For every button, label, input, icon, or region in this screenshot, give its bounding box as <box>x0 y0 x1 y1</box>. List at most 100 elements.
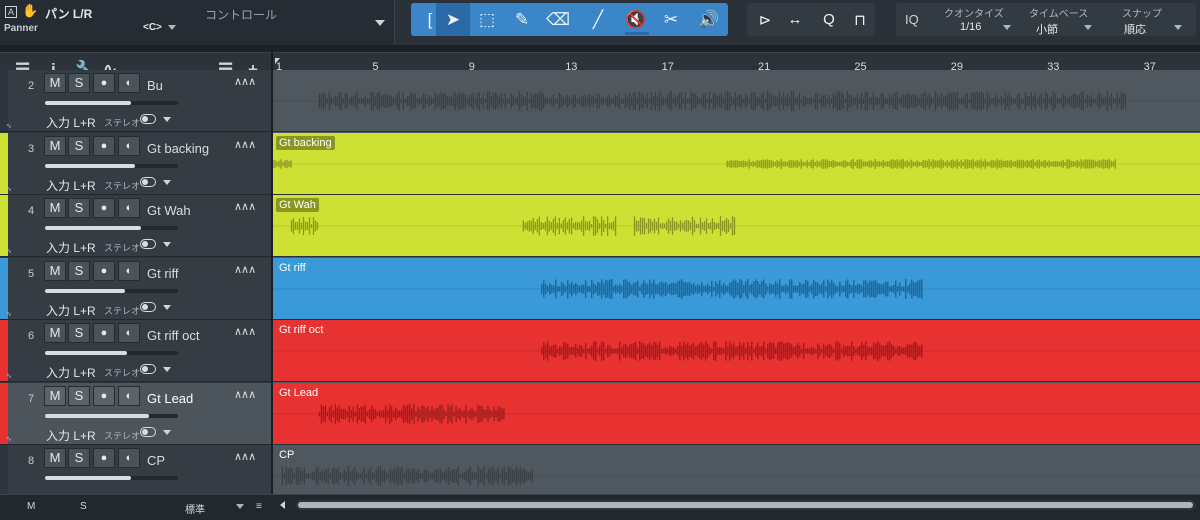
automation-icon[interactable]: ∿ <box>6 185 12 193</box>
solo-button[interactable]: S <box>68 323 90 343</box>
quantize-button[interactable]: Q <box>812 3 846 36</box>
record-button[interactable]: ● <box>93 136 115 156</box>
chevron-down-icon[interactable] <box>1084 25 1092 30</box>
monitor-button[interactable]: ◐ <box>118 136 140 156</box>
song-start-marker[interactable] <box>275 58 280 64</box>
split-tool[interactable]: ✂ <box>654 3 688 36</box>
track-name[interactable]: Gt riff oct <box>147 328 200 343</box>
volume-fader[interactable] <box>45 289 178 293</box>
a-badge[interactable]: A <box>5 6 17 18</box>
monitor-button[interactable]: ◐ <box>118 198 140 218</box>
iq-button[interactable]: IQ <box>905 12 919 27</box>
input-select[interactable]: 入力 L+R <box>46 177 96 194</box>
chevron-down-icon[interactable] <box>375 20 385 26</box>
mute-all-button[interactable]: M <box>27 501 35 512</box>
volume-fader[interactable] <box>45 101 178 105</box>
monitor-button[interactable]: ◐ <box>118 323 140 343</box>
mute-button[interactable]: M <box>44 448 66 468</box>
volume-fader[interactable] <box>45 226 178 230</box>
monitor-toggle[interactable] <box>140 364 156 374</box>
track-name[interactable]: Gt riff <box>147 266 179 281</box>
paint-tool[interactable]: ╱ <box>581 3 615 36</box>
track-lane[interactable]: Gt Wah <box>273 195 1200 257</box>
mute-button[interactable]: M <box>44 198 66 218</box>
track-row[interactable]: 4 M S ● ◐ Gt Wah ∧∧∧ 入力 L+R ステレオ ∿ <box>0 195 271 257</box>
timebase-value[interactable]: 小節 <box>1036 21 1058 37</box>
track-name[interactable]: Gt Wah <box>147 203 191 218</box>
bend-tool[interactable]: ⊳ <box>748 3 782 36</box>
volume-fader[interactable] <box>45 164 178 168</box>
track-lane[interactable] <box>273 70 1200 132</box>
arrow-tool[interactable]: ➤ <box>436 3 470 36</box>
chevron-down-icon[interactable] <box>1174 25 1182 30</box>
record-button[interactable]: ● <box>93 261 115 281</box>
solo-button[interactable]: S <box>68 136 90 156</box>
chevron-down-icon[interactable] <box>163 242 171 247</box>
monitor-toggle[interactable] <box>140 239 156 249</box>
record-button[interactable]: ● <box>93 73 115 93</box>
solo-button[interactable]: S <box>68 198 90 218</box>
mute-button[interactable]: M <box>44 73 66 93</box>
chevron-down-icon[interactable] <box>163 305 171 310</box>
automation-icon[interactable]: ∿ <box>6 247 12 255</box>
scrollbar-thumb[interactable] <box>298 502 1193 508</box>
solo-button[interactable]: S <box>68 261 90 281</box>
clip-label[interactable]: CP <box>276 448 297 462</box>
monitor-toggle[interactable] <box>140 427 156 437</box>
snap-value[interactable]: 順応 <box>1124 21 1146 37</box>
track-name[interactable]: CP <box>147 453 165 468</box>
input-select[interactable]: 入力 L+R <box>46 427 96 444</box>
chevron-down-icon[interactable] <box>163 430 171 435</box>
mute-button[interactable]: M <box>44 386 66 406</box>
clip-label[interactable]: Gt Lead <box>276 386 321 400</box>
track-lane[interactable]: Gt Lead <box>273 383 1200 445</box>
automation-icon[interactable]: ∿ <box>6 122 12 130</box>
record-button[interactable]: ● <box>93 198 115 218</box>
chevron-down-icon[interactable] <box>163 180 171 185</box>
record-button[interactable]: ● <box>93 386 115 406</box>
chevron-down-icon[interactable] <box>163 367 171 372</box>
record-button[interactable]: ● <box>93 448 115 468</box>
eraser-tool[interactable]: ⌫ <box>541 3 575 36</box>
track-row[interactable]: 7 M S ● ◐ Gt Lead ∧∧∧ 入力 L+R ステレオ ∿ <box>0 383 271 445</box>
mute-button[interactable]: M <box>44 261 66 281</box>
pencil-tool[interactable]: ✎ <box>505 3 539 36</box>
input-select[interactable]: 入力 L+R <box>46 364 96 381</box>
mute-button[interactable]: M <box>44 323 66 343</box>
clip-label[interactable]: Gt riff <box>276 261 309 275</box>
menu-icon[interactable]: ≡ <box>256 501 262 512</box>
monitor-button[interactable]: ◐ <box>118 73 140 93</box>
snap-toggle[interactable]: ⊓ <box>843 3 877 36</box>
record-button[interactable]: ● <box>93 323 115 343</box>
solo-button[interactable]: S <box>68 386 90 406</box>
volume-fader[interactable] <box>45 414 178 418</box>
track-name[interactable]: Gt Lead <box>147 391 193 406</box>
automation-icon[interactable]: ∿ <box>6 435 12 443</box>
track-row[interactable]: 5 M S ● ◐ Gt riff ∧∧∧ 入力 L+R ステレオ ∿ <box>0 258 271 320</box>
automation-icon[interactable]: ∿ <box>6 372 12 380</box>
clip-label[interactable]: Gt backing <box>276 136 335 150</box>
volume-fader[interactable] <box>45 351 178 355</box>
panel-divider[interactable] <box>271 52 273 520</box>
chevron-down-icon[interactable] <box>168 25 176 30</box>
stretch-tool[interactable]: ↔ <box>778 3 812 36</box>
monitor-button[interactable]: ◐ <box>118 448 140 468</box>
monitor-toggle[interactable] <box>140 114 156 124</box>
scroll-left-icon[interactable] <box>280 501 285 509</box>
control-value[interactable]: <C> <box>143 22 162 33</box>
track-row[interactable]: 2 M S ● ◐ Bu ∧∧∧ 入力 L+R ステレオ ∿ <box>0 70 271 132</box>
input-select[interactable]: 入力 L+R <box>46 239 96 256</box>
clip-label[interactable]: Gt riff oct <box>276 323 326 337</box>
volume-fader[interactable] <box>45 476 178 480</box>
chevron-down-icon[interactable] <box>1003 25 1011 30</box>
monitor-button[interactable]: ◐ <box>118 386 140 406</box>
chevron-down-icon[interactable] <box>236 504 244 509</box>
solo-button[interactable]: S <box>68 73 90 93</box>
input-select[interactable]: 入力 L+R <box>46 114 96 131</box>
clip-label[interactable]: Gt Wah <box>276 198 319 212</box>
track-lane[interactable]: Gt riff oct <box>273 320 1200 382</box>
monitor-toggle[interactable] <box>140 302 156 312</box>
track-lane[interactable]: Gt riff <box>273 258 1200 320</box>
view-mode-select[interactable]: 標準 <box>185 501 205 516</box>
track-lane[interactable]: Gt backing <box>273 133 1200 195</box>
